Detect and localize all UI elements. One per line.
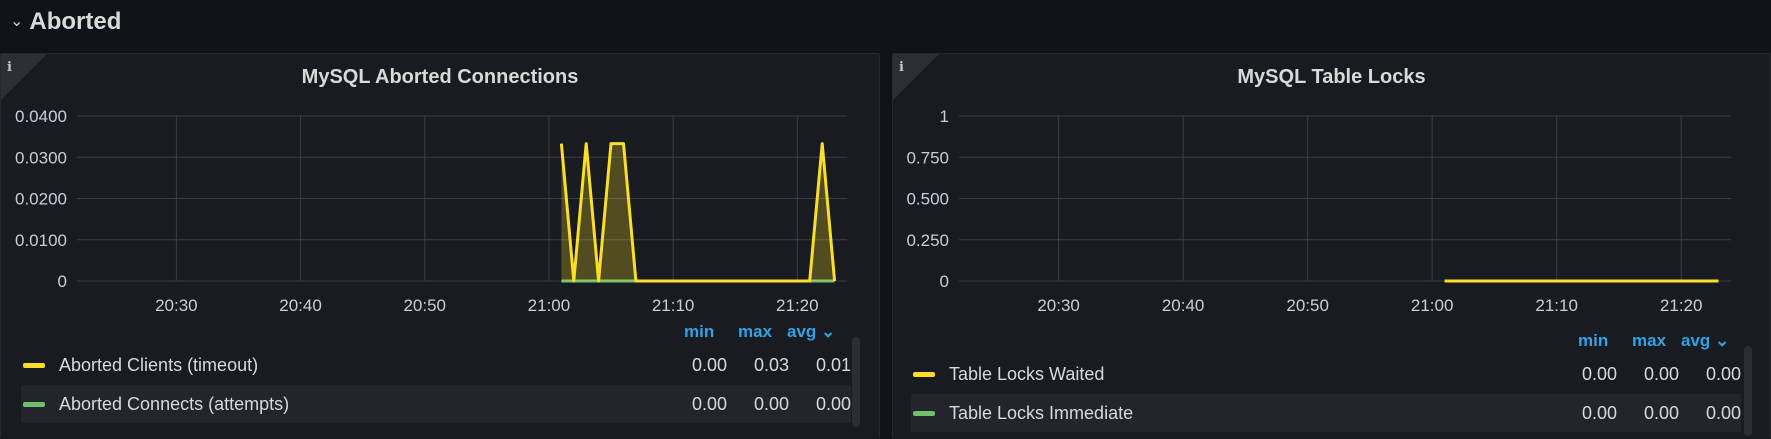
series-color-swatch	[23, 362, 45, 368]
x-tick-label: 20:50	[403, 296, 446, 315]
legend-row[interactable]: Table Locks Immediate 0.00 0.00 0.00	[911, 394, 1741, 432]
x-tick-label: 21:10	[652, 296, 695, 315]
series-color-swatch	[913, 410, 935, 416]
graph-table-locks[interactable]: 0 0.250 0.500 0.750 1 20:30 20:40 20:50 21:00 21:…	[893, 54, 1771, 334]
panel-mysql-aborted-connections: i MySQL Aborted Connections 0 0.0100 0.020…	[0, 53, 880, 439]
y-tick-label: 1	[940, 107, 949, 126]
legend-scrollbar[interactable]	[852, 337, 860, 427]
x-tick-label: 20:50	[1286, 296, 1329, 315]
y-tick-label: 0.250	[906, 231, 949, 250]
legend-row[interactable]: Aborted Connects (attempts) 0.00 0.00 0.…	[21, 385, 851, 423]
legend-header-max[interactable]: max	[1632, 331, 1666, 351]
y-tick-label: 0.0300	[15, 148, 67, 167]
legend-header-min[interactable]: min	[1578, 331, 1608, 351]
series-avg: 0.01	[815, 354, 851, 375]
series-max: 0.00	[1643, 363, 1679, 384]
series-name: Aborted Clients (timeout)	[59, 354, 259, 375]
chevron-down-icon: ⌄	[1715, 331, 1730, 350]
x-tick-label: 21:00	[1411, 296, 1454, 315]
legend-scrollbar[interactable]	[1744, 346, 1752, 436]
legend-header-avg[interactable]: avg ⌄	[1681, 331, 1729, 351]
row-title: Aborted	[29, 8, 122, 35]
legend-header-min[interactable]: min	[684, 322, 714, 342]
legend-header-max[interactable]: max	[738, 322, 772, 342]
chevron-down-icon[interactable]: ⌄	[10, 14, 23, 30]
x-tick-label: 21:20	[776, 296, 819, 315]
panel-mysql-table-locks: i MySQL Table Locks 0 0.250 0.500 0.750 1 20:…	[892, 53, 1771, 439]
series-max: 0.00	[1643, 402, 1679, 423]
series-avg: 0.00	[815, 393, 851, 414]
x-tick-label: 20:30	[1037, 296, 1080, 315]
series-min: 0.00	[1581, 363, 1617, 384]
series-name: Table Locks Immediate	[949, 402, 1134, 423]
chevron-down-icon: ⌄	[821, 322, 836, 341]
series-max: 0.03	[753, 354, 789, 375]
y-tick-label: 0.0200	[15, 190, 67, 209]
x-tick-label: 20:30	[155, 296, 198, 315]
y-tick-label: 0	[58, 272, 67, 291]
legend-row[interactable]: Table Locks Waited 0.00 0.00 0.00	[911, 355, 1741, 393]
series-min: 0.00	[691, 354, 727, 375]
series-max: 0.00	[753, 393, 789, 414]
series-color-swatch	[913, 371, 935, 377]
y-tick-label: 0	[940, 272, 949, 291]
series-min: 0.00	[691, 393, 727, 414]
x-tick-label: 21:10	[1535, 296, 1578, 315]
series-color-swatch	[23, 401, 45, 407]
series-name: Table Locks Waited	[949, 363, 1105, 384]
x-tick-label: 21:00	[528, 296, 571, 315]
y-tick-label: 0.0100	[15, 231, 67, 250]
x-tick-label: 20:40	[1162, 296, 1205, 315]
series-avg: 0.00	[1705, 402, 1741, 423]
y-tick-label: 0.750	[906, 148, 949, 167]
legend-row[interactable]: Aborted Clients (timeout) 0.00 0.03 0.01	[21, 346, 851, 384]
y-tick-label: 0.500	[906, 190, 949, 209]
series-min: 0.00	[1581, 402, 1617, 423]
legend-header-avg[interactable]: avg ⌄	[787, 322, 835, 342]
series-avg: 0.00	[1705, 363, 1741, 384]
y-tick-label: 0.0400	[15, 107, 67, 126]
x-tick-label: 20:40	[279, 296, 322, 315]
series-name: Aborted Connects (attempts)	[59, 393, 290, 414]
series-area	[561, 143, 835, 281]
row-header-aborted[interactable]: ⌄ Aborted	[0, 0, 1771, 44]
x-tick-label: 21:20	[1660, 296, 1703, 315]
graph-aborted-connections[interactable]: 0 0.0100 0.0200 0.0300 0.0400 20:30 20:40 20:50…	[1, 54, 880, 334]
